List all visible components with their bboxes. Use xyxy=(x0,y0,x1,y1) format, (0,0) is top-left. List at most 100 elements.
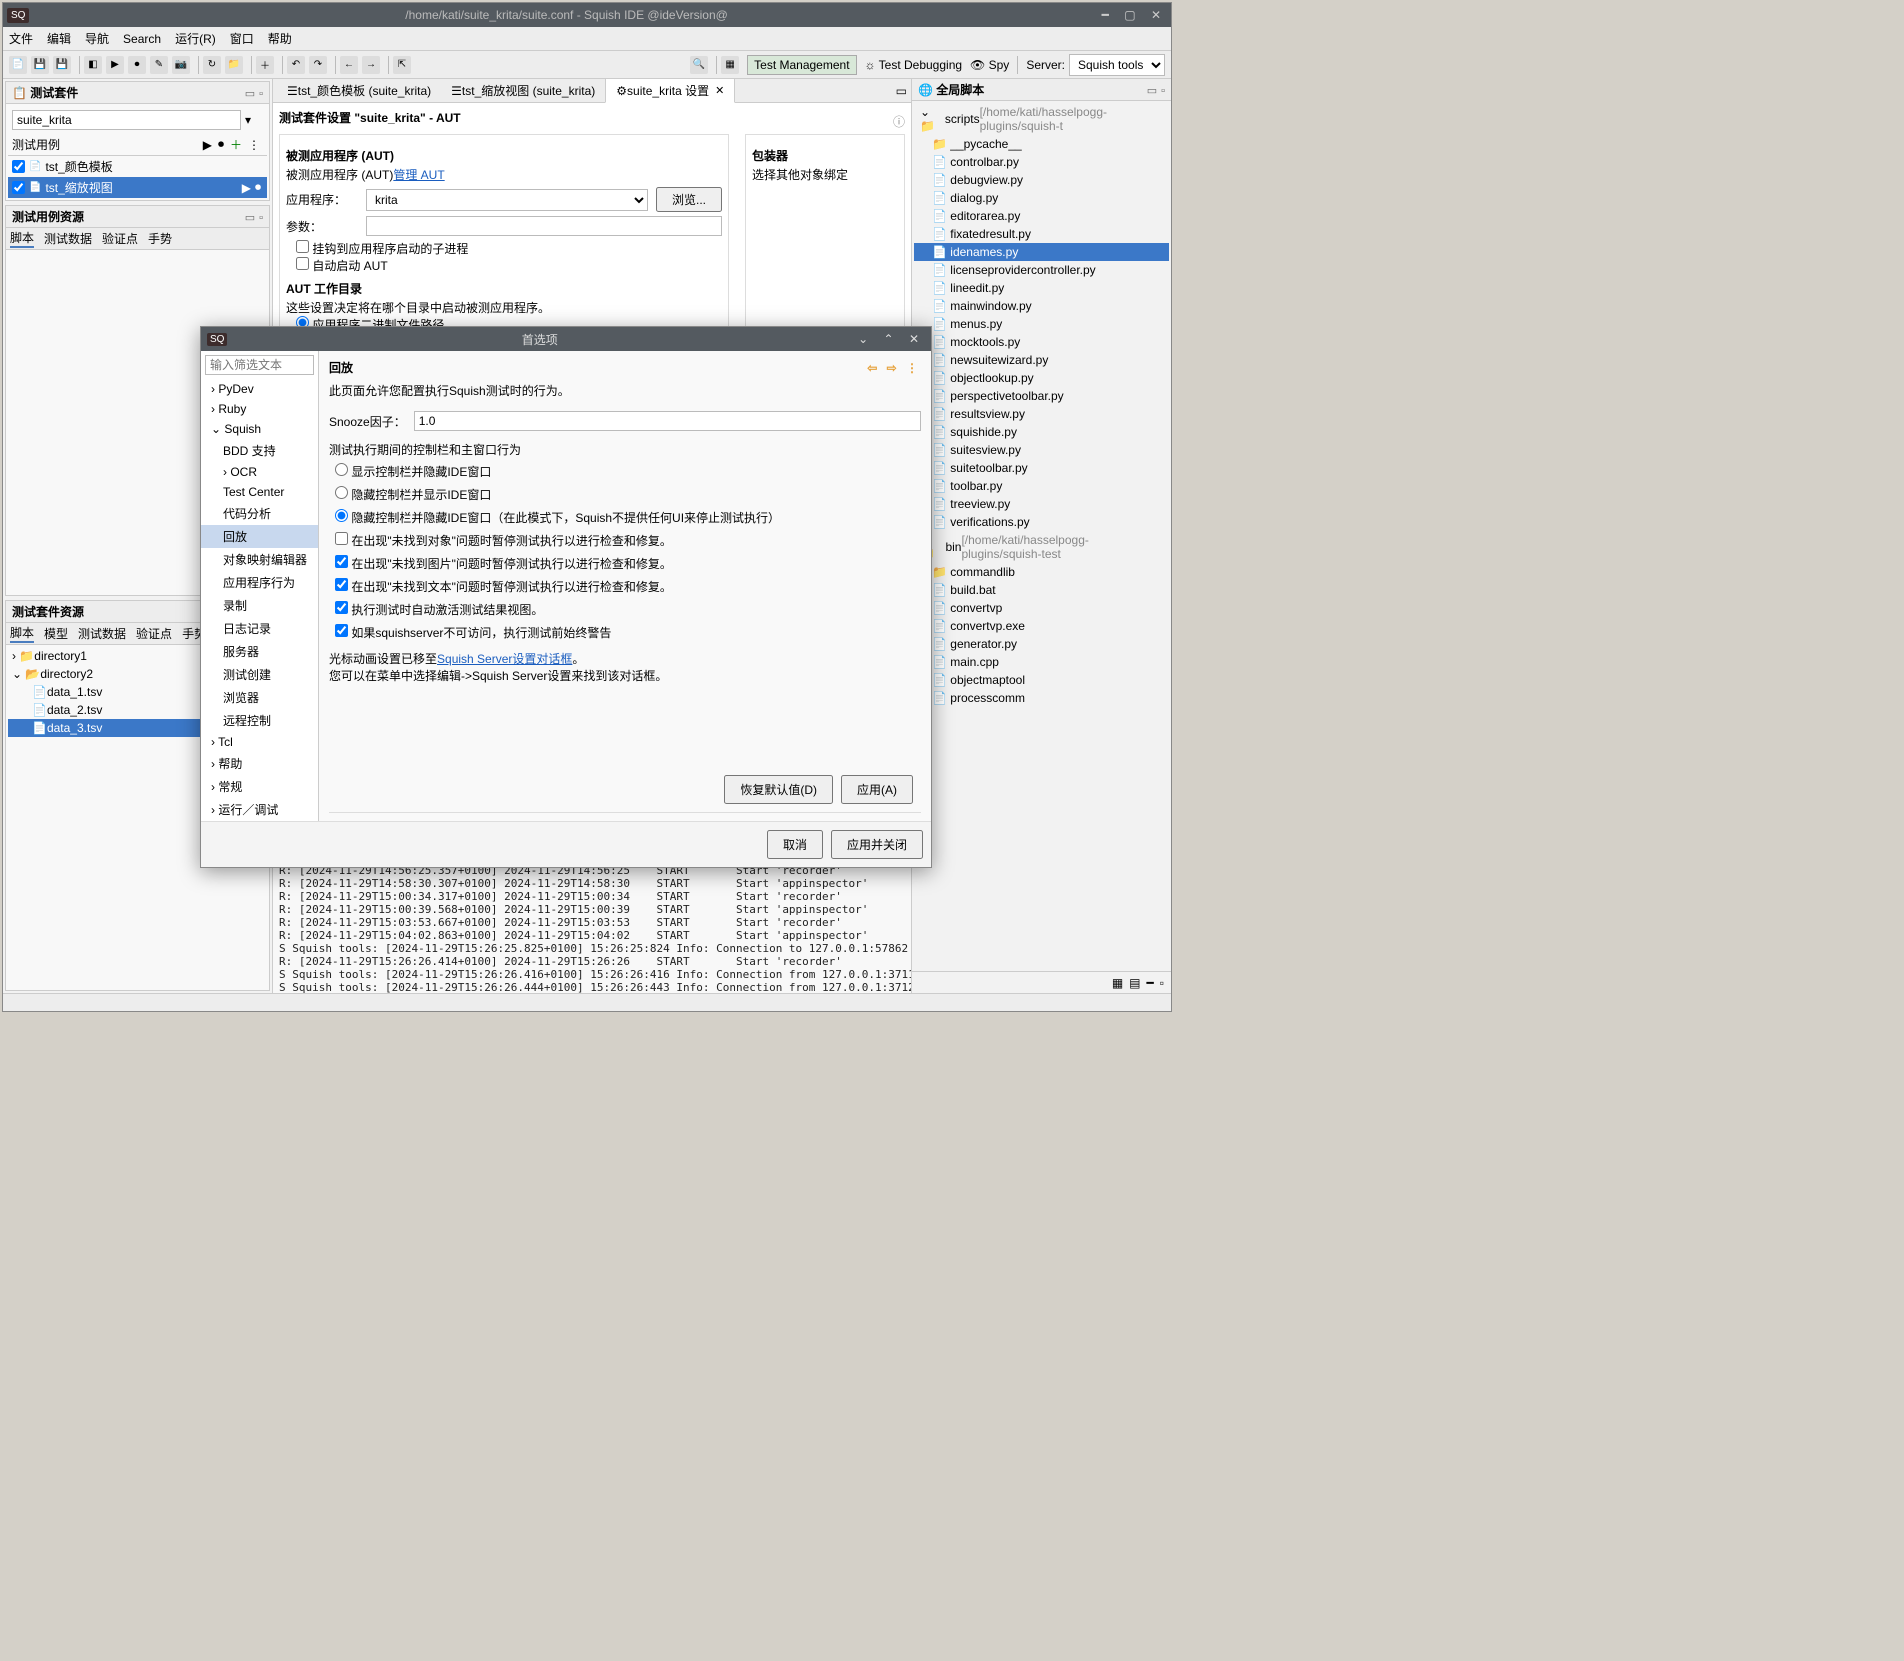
view-icon[interactable]: ━ xyxy=(1147,976,1154,990)
maximize-icon[interactable]: ▢ xyxy=(1124,8,1135,22)
cat-squish[interactable]: ⌄ Squish xyxy=(201,419,318,439)
test-case-checkbox[interactable] xyxy=(12,160,25,173)
view-icon[interactable]: ▤ xyxy=(1129,976,1140,990)
folder-icon[interactable]: 📁 xyxy=(225,56,243,74)
file-item[interactable]: 📄 resultsview.py xyxy=(914,405,1169,423)
file-item[interactable]: 📄 generator.py xyxy=(914,635,1169,653)
refresh-icon[interactable]: ↻ xyxy=(203,56,221,74)
tab-scripts[interactable]: 脚本 xyxy=(10,624,34,643)
bin-root[interactable]: ⌄ 📁 bin [/home/kati/hasselpogg-plugins/s… xyxy=(914,531,1169,563)
run-case-icon[interactable]: ▶ xyxy=(203,138,212,152)
tab-gestures[interactable]: 手势 xyxy=(148,230,172,247)
test-case-item[interactable]: 📄 tst_颜色模板 xyxy=(8,156,267,177)
record-icon[interactable]: ⏺ xyxy=(128,56,146,74)
panel-close-icon[interactable]: ▫ xyxy=(259,88,263,100)
pref-subcategory[interactable]: › OCR xyxy=(201,462,318,482)
rec-icon[interactable]: ⏺ xyxy=(255,180,261,195)
server-select[interactable]: Squish tools xyxy=(1069,54,1165,76)
editor-max-icon[interactable]: ▭ xyxy=(896,84,907,98)
file-item[interactable]: 📄 lineedit.py xyxy=(914,279,1169,297)
chk-pause-image[interactable] xyxy=(335,555,348,568)
suite-name-input[interactable] xyxy=(12,110,241,130)
panel-min-icon[interactable]: ▭ xyxy=(245,88,255,100)
plus-icon[interactable]: ＋ xyxy=(256,56,274,74)
pref-subcategory[interactable]: 回放 xyxy=(201,525,318,548)
file-item[interactable]: 📄 newsuitewizard.py xyxy=(914,351,1169,369)
run-icon[interactable]: ▶ xyxy=(106,56,124,74)
file-item[interactable]: 📄 treeview.py xyxy=(914,495,1169,513)
panel-min-icon[interactable]: ▭ xyxy=(245,212,255,224)
panel-close-icon[interactable]: ▫ xyxy=(1161,85,1165,97)
chk-pause-object[interactable] xyxy=(335,532,348,545)
nav-menu-icon[interactable]: ⋮ xyxy=(906,361,918,375)
pref-subcategory[interactable]: 对象映射编辑器 xyxy=(201,548,318,571)
pref-subcategory[interactable]: 浏览器 xyxy=(201,686,318,709)
nav-back-icon[interactable]: ⇦ xyxy=(867,361,877,375)
tab-models[interactable]: 模型 xyxy=(44,625,68,642)
cat-ruby[interactable]: › Ruby xyxy=(201,399,318,419)
menu-window[interactable]: 窗口 xyxy=(230,30,254,47)
file-item[interactable]: 📄 suitesview.py xyxy=(914,441,1169,459)
perspective-icon[interactable]: ▦ xyxy=(721,56,739,74)
file-item[interactable]: 📄 toolbar.py xyxy=(914,477,1169,495)
tab-vp[interactable]: 验证点 xyxy=(136,625,172,642)
panel-min-icon[interactable]: ▭ xyxy=(1147,85,1157,97)
file-item[interactable]: 📄 convertvp xyxy=(914,599,1169,617)
file-item[interactable]: 📄 editorarea.py xyxy=(914,207,1169,225)
suite-dropdown-icon[interactable]: ▾ xyxy=(245,113,251,127)
play-icon[interactable]: ▶ xyxy=(242,181,251,195)
remove-case-icon[interactable]: ⋮ xyxy=(248,138,260,152)
file-item[interactable]: 📄 perspectivetoolbar.py xyxy=(914,387,1169,405)
minimize-icon[interactable]: ━ xyxy=(1102,8,1109,22)
file-item[interactable]: 📄 mainwindow.py xyxy=(914,297,1169,315)
apply-button[interactable]: 应用(A) xyxy=(841,775,913,804)
autostart-checkbox[interactable] xyxy=(296,257,309,270)
file-item[interactable]: 📄 debugview.py xyxy=(914,171,1169,189)
close-icon[interactable]: ✕ xyxy=(1151,8,1161,22)
spy-button[interactable]: 👁 Spy xyxy=(970,58,1009,72)
test-debugging-button[interactable]: ☼ Test Debugging xyxy=(865,58,963,72)
dialog-close-icon[interactable]: ✕ xyxy=(909,332,919,346)
menu-search[interactable]: Search xyxy=(123,32,161,46)
folder-item[interactable]: 📁 commandlib xyxy=(914,563,1169,581)
scripts-root[interactable]: ⌄ 📁 scripts [/home/kati/hasselpogg-plugi… xyxy=(914,103,1169,135)
toggle-icon[interactable]: ◧ xyxy=(84,56,102,74)
apply-close-button[interactable]: 应用并关闭 xyxy=(831,830,923,859)
args-input[interactable] xyxy=(366,216,722,236)
snooze-input[interactable] xyxy=(414,411,921,431)
file-item[interactable]: 📄 squishide.py xyxy=(914,423,1169,441)
file-item[interactable]: 📄 convertvp.exe xyxy=(914,617,1169,635)
file-item[interactable]: 📄 build.bat xyxy=(914,581,1169,599)
tab-scripts[interactable]: 脚本 xyxy=(10,229,34,248)
menu-help[interactable]: 帮助 xyxy=(268,30,292,47)
file-item[interactable]: 📄 objectmaptool xyxy=(914,671,1169,689)
menu-edit[interactable]: 编辑 xyxy=(47,30,71,47)
radio-hide-controlbar-show-ide[interactable] xyxy=(335,486,348,499)
tab-testdata[interactable]: 测试数据 xyxy=(78,625,126,642)
cat-help[interactable]: › 帮助 xyxy=(201,752,318,775)
record-case-icon[interactable]: ⏺ xyxy=(218,137,224,152)
camera-icon[interactable]: 📷 xyxy=(172,56,190,74)
close-icon[interactable]: ✕ xyxy=(715,84,724,97)
radio-hide-both[interactable] xyxy=(335,509,348,522)
panel-close-icon[interactable]: ▫ xyxy=(259,212,263,224)
menu-file[interactable]: 文件 xyxy=(9,30,33,47)
folder-item[interactable]: 📁 __pycache__ xyxy=(914,135,1169,153)
undo-icon[interactable]: ↶ xyxy=(287,56,305,74)
editor-tab[interactable]: ☰ tst_缩放视图 (suite_krita) xyxy=(441,79,605,102)
menu-run[interactable]: 运行(R) xyxy=(175,30,216,47)
chk-pause-text[interactable] xyxy=(335,578,348,591)
file-item[interactable]: 📄 dialog.py xyxy=(914,189,1169,207)
cancel-button[interactable]: 取消 xyxy=(767,830,823,859)
cat-pydev[interactable]: › PyDev xyxy=(201,379,318,399)
manage-aut-link[interactable]: 管理 AUT xyxy=(393,168,444,182)
nav-fwd-icon[interactable]: ⇨ xyxy=(887,361,897,375)
chk-activate-results[interactable] xyxy=(335,601,348,614)
hook-checkbox[interactable] xyxy=(296,240,309,253)
saveall-icon[interactable]: 💾 xyxy=(53,56,71,74)
cat-general[interactable]: › 常规 xyxy=(201,775,318,798)
file-item[interactable]: 📄 processcomm xyxy=(914,689,1169,707)
dialog-up-icon[interactable]: ⌃ xyxy=(884,332,894,346)
tab-vp[interactable]: 验证点 xyxy=(102,230,138,247)
view-icon[interactable]: ▫ xyxy=(1160,976,1164,990)
